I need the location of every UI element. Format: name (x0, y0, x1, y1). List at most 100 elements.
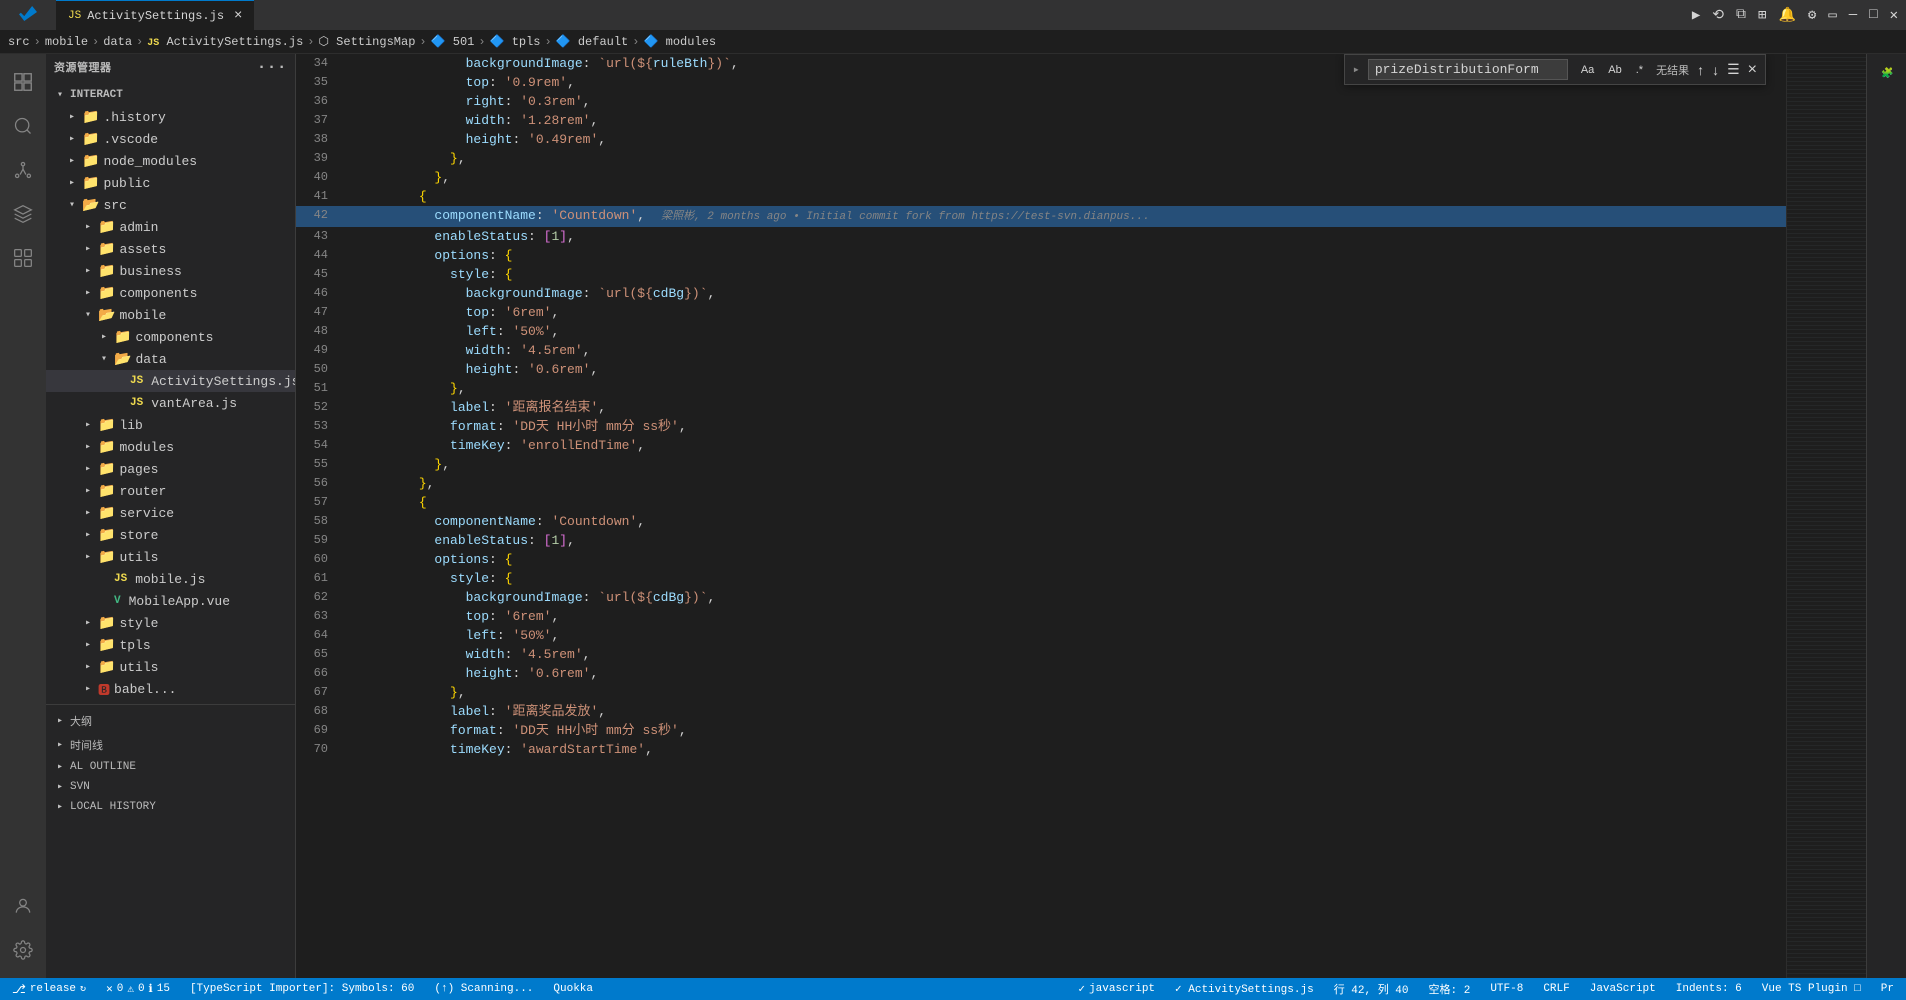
sidebar-item-modules[interactable]: 📁 modules (46, 436, 295, 458)
activity-explorer[interactable] (3, 62, 43, 102)
sidebar-item-activity-settings[interactable]: JS ActivitySettings.js (46, 370, 295, 392)
bc-src[interactable]: src (8, 35, 30, 49)
sidebar-item-style[interactable]: 📁 style (46, 612, 295, 634)
status-spaces[interactable]: 空格: 2 (1425, 978, 1475, 1000)
code-line-53: 53 format: 'DD天 HH小时 mm分 ss秒', (296, 417, 1786, 436)
activity-search[interactable] (3, 106, 43, 146)
remote-icon[interactable]: ⊞ (1758, 7, 1766, 24)
status-eslint[interactable]: ✓ javascript (1074, 978, 1159, 1000)
sidebar-explorer-header[interactable]: 资源管理器 ··· (46, 54, 295, 80)
code-editor[interactable]: 34 backgroundImage: `url(${ruleBth})`, 3… (296, 54, 1786, 978)
arrow-mobile (82, 309, 94, 321)
bc-file[interactable]: JS ActivitySettings.js (147, 35, 303, 49)
sidebar-item-vant-area[interactable]: JS vantArea.js (46, 392, 295, 414)
sidebar-item-lib[interactable]: 📁 lib (46, 414, 295, 436)
folder-data-icon: 📂 (114, 351, 131, 368)
sidebar-item-business[interactable]: 📁 business (46, 260, 295, 282)
sidebar-item-service[interactable]: 📁 service (46, 502, 295, 524)
run-icon[interactable]: ▶ (1692, 7, 1700, 24)
status-checkmark[interactable]: ✓ ActivitySettings.js (1171, 978, 1318, 1000)
arrow-svn (54, 781, 66, 793)
activity-debug[interactable] (3, 194, 43, 234)
settings-icon[interactable]: ⚙ (1808, 7, 1816, 24)
arrow-history (66, 111, 78, 123)
status-line-col[interactable]: 行 42, 列 40 (1330, 978, 1413, 1000)
sidebar-item-pages[interactable]: 📁 pages (46, 458, 295, 480)
status-indents[interactable]: Indents: 6 (1672, 978, 1746, 1000)
sidebar-timeline[interactable]: 时间线 (46, 733, 295, 757)
code-line-59: 59 enableStatus: [1], (296, 531, 1786, 550)
sidebar-item-public[interactable]: 📁 public (46, 172, 295, 194)
status-bar-left: ⎇ release ↻ ✕ 0 ⚠ 0 ℹ 15 [TypeScript Imp… (8, 978, 597, 1000)
sidebar-item-assets[interactable]: 📁 assets (46, 238, 295, 260)
account-icon[interactable]: 🔔 (1778, 7, 1795, 24)
sidebar-outline[interactable]: 大纲 (46, 709, 295, 733)
sidebar-item-mobile-js[interactable]: JS mobile.js (46, 568, 295, 590)
tab-close-button[interactable]: × (234, 8, 242, 24)
status-pr[interactable]: Pr (1877, 978, 1898, 1000)
right-panel-icon[interactable]: 🧩 (1881, 66, 1892, 78)
status-line-ending[interactable]: CRLF (1539, 978, 1573, 1000)
activity-settings-gear[interactable] (3, 930, 43, 970)
sidebar-item-history[interactable]: 📁 .history (46, 106, 295, 128)
activity-account[interactable] (3, 886, 43, 926)
status-ts-importer[interactable]: [TypeScript Importer]: Symbols: 60 (186, 978, 418, 1000)
find-close-button[interactable]: × (1748, 61, 1757, 79)
sidebar-item-src[interactable]: 📂 src (46, 194, 295, 216)
status-release[interactable]: ⎇ release ↻ (8, 978, 90, 1000)
close-icon[interactable]: ✕ (1890, 7, 1898, 24)
activity-scm[interactable] (3, 150, 43, 190)
find-regex[interactable]: .* (1631, 61, 1648, 79)
sidebar-item-mobile[interactable]: 📂 mobile (46, 304, 295, 326)
find-prev-button[interactable]: ↑ (1697, 62, 1704, 78)
sidebar-item-router[interactable]: 📁 router (46, 480, 295, 502)
minimize-icon[interactable]: — (1849, 7, 1857, 23)
editor-tab-activity-settings[interactable]: JS ActivitySettings.js × (56, 0, 254, 30)
debug-icon[interactable]: ⟲ (1712, 7, 1724, 24)
sidebar-item-node-modules[interactable]: 📁 node_modules (46, 150, 295, 172)
sidebar-item-data[interactable]: 📂 data (46, 348, 295, 370)
find-next-button[interactable]: ↓ (1712, 62, 1719, 78)
sidebar-item-utils2[interactable]: 📁 utils (46, 656, 295, 678)
arrow-node-modules (66, 155, 78, 167)
sidebar-item-label: babel... (114, 682, 176, 697)
activity-extensions[interactable] (3, 238, 43, 278)
sidebar-local-history[interactable]: LOCAL HISTORY (46, 797, 295, 817)
status-scanning[interactable]: (↑) Scanning... (430, 978, 537, 1000)
layout-icon[interactable]: ▭ (1828, 7, 1836, 24)
sidebar-item-admin[interactable]: 📁 admin (46, 216, 295, 238)
find-whole-word[interactable]: Ab (1603, 61, 1626, 79)
status-language[interactable]: JavaScript (1586, 978, 1660, 1000)
sidebar-interact-header[interactable]: INTERACT (46, 84, 295, 106)
status-quokka-label: Quokka (553, 983, 593, 995)
bc-501[interactable]: 🔷 501 (431, 34, 475, 49)
bc-default[interactable]: 🔷 default (556, 34, 629, 49)
sidebar-item-vscode[interactable]: 📁 .vscode (46, 128, 295, 150)
sidebar-svn[interactable]: SVN (46, 777, 295, 797)
status-errors[interactable]: ✕ 0 ⚠ 0 ℹ 15 (102, 978, 174, 1000)
sidebar-item-mobileapp-vue[interactable]: V MobileApp.vue (46, 590, 295, 612)
bc-data[interactable]: data (103, 35, 132, 49)
status-encoding[interactable]: UTF-8 (1486, 978, 1527, 1000)
extensions-icon[interactable]: ⧉ (1736, 7, 1746, 23)
status-vue-plugin[interactable]: Vue TS Plugin □ (1758, 978, 1865, 1000)
sidebar-item-babel[interactable]: 🅱 babel... (46, 678, 295, 700)
sidebar-item-utils[interactable]: 📁 utils (46, 546, 295, 568)
sidebar-menu-icon[interactable]: ··· (257, 58, 287, 76)
status-errors-count: 0 (117, 983, 124, 995)
status-quokka[interactable]: Quokka (549, 978, 597, 1000)
sidebar-item-store[interactable]: 📁 store (46, 524, 295, 546)
folder-service-icon: 📁 (98, 505, 115, 522)
sidebar-item-tpls[interactable]: 📁 tpls (46, 634, 295, 656)
maximize-icon[interactable]: □ (1869, 7, 1877, 23)
sidebar-al-outline[interactable]: AL OUTLINE (46, 757, 295, 777)
bc-modules[interactable]: 🔷 modules (643, 34, 716, 49)
bc-settingsmap[interactable]: ⬡ SettingsMap (319, 34, 416, 49)
find-case-sensitive[interactable]: Aa (1576, 61, 1599, 79)
sidebar-item-components[interactable]: 📁 components (46, 282, 295, 304)
find-input[interactable] (1368, 59, 1568, 80)
sidebar-item-mobile-components[interactable]: 📁 components (46, 326, 295, 348)
bc-mobile[interactable]: mobile (45, 35, 88, 49)
find-list-button[interactable]: ☰ (1727, 61, 1740, 78)
bc-tpls[interactable]: 🔷 tpls (490, 34, 541, 49)
